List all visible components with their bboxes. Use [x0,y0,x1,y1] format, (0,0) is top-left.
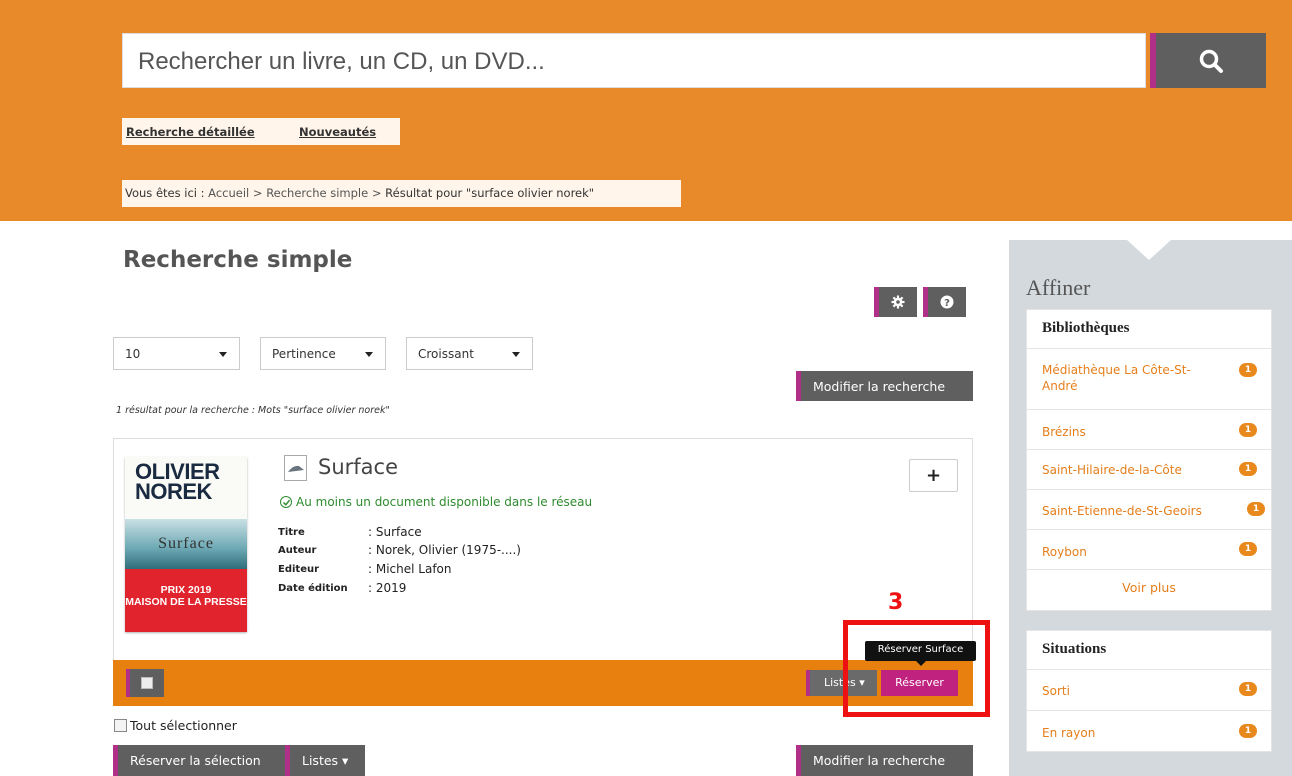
help-button[interactable]: ? [923,287,966,317]
cover-title: Surface [158,535,214,552]
facet-label: Saint-Hilaire-de-la-Côte [1042,463,1182,477]
situations-facet-panel: Situations Sorti 1 En rayon 1 [1026,630,1272,752]
page-title: Recherche simple [123,247,353,273]
chevron-down-icon [365,352,373,357]
check-circle-icon [280,496,292,508]
facet-label: En rayon [1042,726,1096,740]
facet-item-library[interactable]: Médiathèque La Côte-St-André 1 [1027,350,1271,410]
sort-order-select[interactable]: Croissant [406,337,533,370]
sort-by-value: Pertinence [272,347,336,361]
sidebar-notch [1127,240,1171,260]
per-page-select[interactable]: 10 [113,337,240,370]
facet-item-library[interactable]: Brézins 1 [1027,410,1271,450]
new-items-link[interactable]: Nouveautés [299,125,376,139]
libraries-facet-heading: Bibliothèques [1027,310,1271,349]
breadcrumb-separator: > [371,186,382,200]
select-all-checkbox[interactable]: Tout sélectionner [114,718,237,733]
annotation-step-number: 3 [888,590,904,615]
breadcrumb-home-link[interactable]: Accueil [208,186,249,200]
result-count: 1 résultat pour la recherche : Mots "sur… [116,405,390,416]
breadcrumb: Vous êtes ici : Accueil > Recherche simp… [122,180,681,207]
expand-button[interactable]: + [909,459,958,492]
help-icon: ? [940,295,954,309]
facet-item-library[interactable]: Saint-Hilaire-de-la-Côte 1 [1027,450,1271,490]
checkbox-icon [114,719,127,732]
breadcrumb-prefix: Vous êtes ici : [125,186,205,200]
annotation-highlight-box [843,620,990,717]
result-select-checkbox[interactable] [126,669,164,697]
facet-count-badge: 1 [1239,542,1257,556]
facet-label: Roybon [1042,545,1087,559]
sidebar-title: Affiner [1026,275,1091,300]
sort-by-select[interactable]: Pertinence [260,337,386,370]
svg-text:?: ? [944,298,950,309]
facet-count-badge: 1 [1239,724,1257,738]
facet-count-badge: 1 [1239,363,1257,377]
lists-button[interactable]: Listes ▾ [285,745,365,776]
reserve-selection-button[interactable]: Réserver la sélection [113,745,285,776]
situations-facet-heading: Situations [1027,631,1271,670]
facet-count-badge: 1 [1247,502,1265,516]
facet-item-situation[interactable]: En rayon 1 [1027,711,1271,751]
facet-label: Sorti [1042,684,1070,698]
meta-label-publisher: Editeur [278,564,320,575]
breadcrumb-separator: > [252,186,263,200]
breadcrumb-current: Résultat pour "surface olivier norek" [385,186,595,200]
facet-count-badge: 1 [1239,682,1257,696]
checkbox-icon [141,677,153,689]
see-more-link[interactable]: Voir plus [1027,580,1271,595]
facet-item-library[interactable]: Saint-Etienne-de-St-Geoirs 1 [1027,490,1271,530]
chevron-down-icon [219,352,227,357]
libraries-facet-panel: Bibliothèques Médiathèque La Côte-St-And… [1026,309,1272,611]
facet-item-situation[interactable]: Sorti 1 [1027,671,1271,711]
chevron-down-icon [512,352,520,357]
search-icon [1199,49,1223,73]
meta-value-date: : 2019 [368,581,407,595]
search-button[interactable] [1150,33,1266,88]
meta-label-title: Titre [278,527,305,538]
result-title-link[interactable]: Surface [318,455,398,479]
meta-label-date: Date édition [278,583,348,594]
modify-search-button[interactable]: Modifier la recherche [796,371,973,401]
facet-label: Brézins [1042,425,1086,439]
book-cover[interactable]: OLIVIER NOREK Surface PRIX 2019 MAISON D… [125,457,247,632]
search-input[interactable]: Rechercher un livre, un CD, un DVD... [122,33,1146,88]
sort-order-value: Croissant [418,347,474,361]
meta-label-author: Auteur [278,545,317,556]
facet-count-badge: 1 [1239,423,1257,437]
availability-status: Au moins un document disponible dans le … [280,495,592,509]
per-page-value: 10 [125,347,141,361]
gear-icon [891,295,905,309]
cover-author: OLIVIER NOREK [135,459,220,504]
modify-search-button-bottom[interactable]: Modifier la recherche [796,745,973,776]
select-all-label: Tout sélectionner [130,718,237,733]
meta-value-publisher: : Michel Lafon [368,562,452,576]
advanced-search-link[interactable]: Recherche détaillée [126,125,255,139]
meta-value-title: : Surface [368,525,422,539]
settings-button[interactable] [874,287,917,317]
breadcrumb-simple-search-link[interactable]: Recherche simple [266,186,368,200]
facet-label: Médiathèque La Côte-St-André [1042,363,1191,393]
facet-label: Saint-Etienne-de-St-Geoirs [1042,504,1202,518]
facet-count-badge: 1 [1239,462,1257,476]
book-type-icon [284,455,307,481]
meta-value-author[interactable]: : Norek, Olivier (1975-....) [368,543,521,557]
cover-prize-text: PRIX 2019 MAISON DE LA PRESSE [125,584,247,608]
caret-down-icon: ▾ [342,753,349,768]
header-links: Recherche détaillée Nouveautés [122,118,400,145]
facet-item-library[interactable]: Roybon 1 [1027,530,1271,570]
